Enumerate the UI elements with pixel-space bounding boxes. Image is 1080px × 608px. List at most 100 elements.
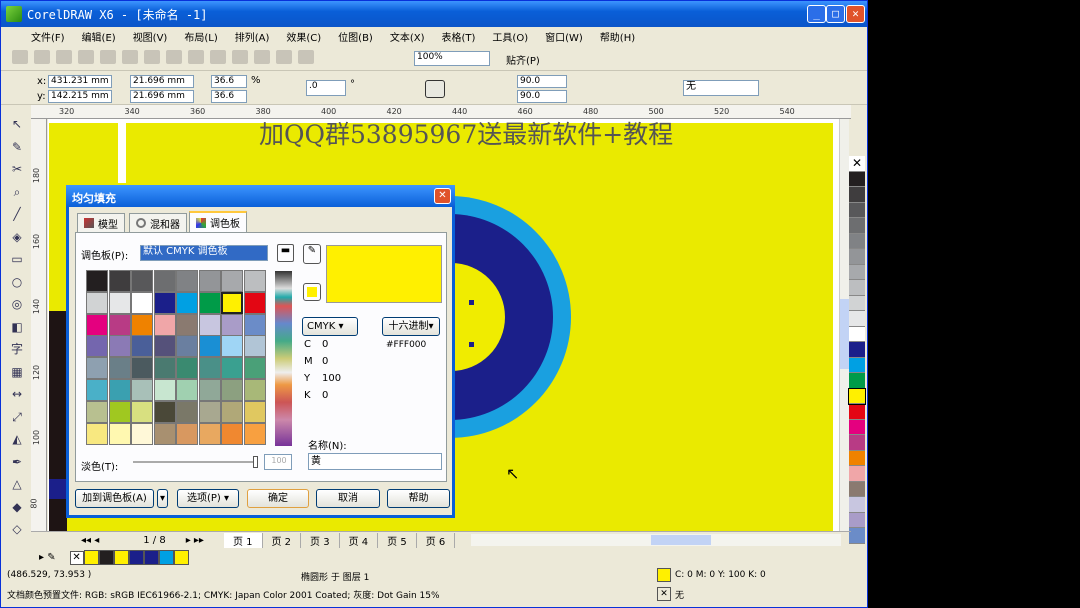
palette-swatch[interactable]	[849, 326, 865, 342]
color-swatch[interactable]	[176, 422, 198, 445]
color-swatch[interactable]	[243, 357, 266, 380]
vertical-ruler[interactable]: 180 160 140 120 100 80	[30, 119, 47, 531]
add-to-palette-button[interactable]: 加到调色板(A)	[75, 489, 154, 508]
document-color-swatch[interactable]	[98, 550, 114, 565]
color-swatch[interactable]	[131, 270, 153, 292]
palette-swatch[interactable]	[849, 512, 865, 528]
new-icon[interactable]	[12, 50, 28, 64]
color-swatch[interactable]	[153, 400, 176, 423]
color-swatch[interactable]	[108, 335, 131, 358]
palette-swatch[interactable]	[848, 387, 866, 405]
tab-palettes[interactable]: 调色板	[189, 211, 247, 232]
color-profile-info[interactable]: 文档颜色预置文件: RGB: sRGB IEC61966-2.1; CMYK: …	[7, 588, 440, 601]
connector-tool-icon[interactable]: ⤢	[8, 408, 26, 426]
color-swatch[interactable]	[153, 379, 176, 401]
close-button[interactable]: ✕	[846, 5, 865, 23]
publish-pdf-icon[interactable]	[276, 50, 292, 64]
document-color-swatch[interactable]	[113, 550, 129, 565]
color-swatch[interactable]	[131, 313, 153, 336]
print-icon[interactable]	[78, 50, 94, 64]
menu-item[interactable]: 表格(T)	[442, 29, 476, 44]
selection-node[interactable]	[469, 300, 474, 305]
end-angle-input[interactable]: 90.0	[517, 90, 567, 103]
table-tool-icon[interactable]: ▦	[8, 363, 26, 381]
eyedropper-tool-icon[interactable]: ✒	[8, 453, 26, 471]
start-angle-input[interactable]: 90.0	[517, 75, 567, 88]
blend-tool-icon[interactable]: ◭	[8, 430, 26, 448]
color-swatch[interactable]	[198, 291, 221, 314]
options-button[interactable]: 选项(P) ▾	[177, 489, 239, 508]
minimize-button[interactable]: _	[807, 5, 826, 23]
color-swatch[interactable]	[86, 335, 108, 358]
document-color-swatch[interactable]	[173, 550, 189, 565]
no-color-swatch[interactable]: ✕	[849, 156, 865, 172]
color-swatch[interactable]	[221, 270, 243, 292]
palette-swatch[interactable]	[849, 171, 865, 187]
color-swatch[interactable]	[131, 400, 153, 423]
menu-item[interactable]: 位图(B)	[338, 29, 373, 44]
open-icon[interactable]	[34, 50, 50, 64]
export-icon[interactable]	[254, 50, 270, 64]
palette-swatch[interactable]	[849, 435, 865, 451]
rotation-input[interactable]: .0	[306, 80, 346, 96]
selection-node[interactable]	[469, 342, 474, 347]
color-swatch[interactable]	[176, 270, 198, 292]
y-position-input[interactable]: 142.215 mm	[48, 90, 112, 103]
tab-models[interactable]: 模型	[77, 213, 125, 232]
color-model-select[interactable]: CMYK ▾	[302, 317, 358, 336]
color-swatch[interactable]	[198, 270, 221, 292]
color-name-select[interactable]: 黄	[308, 453, 442, 470]
snap-to-menu[interactable]: 贴齐(P)	[506, 52, 540, 67]
menu-item[interactable]: 效果(C)	[286, 29, 321, 44]
color-swatch[interactable]	[243, 400, 266, 423]
color-swatch[interactable]	[86, 400, 108, 423]
smart-fill-tool-icon[interactable]: ◈	[8, 228, 26, 246]
zoom-level-select[interactable]: 100%	[414, 51, 490, 66]
selection-node[interactable]	[469, 259, 474, 264]
color-swatch[interactable]	[108, 270, 131, 292]
horizontal-scrollbar[interactable]	[471, 534, 842, 546]
color-swatch[interactable]	[243, 422, 266, 445]
color-swatch[interactable]	[243, 313, 266, 336]
page-tab[interactable]: 页 5	[378, 532, 417, 548]
color-swatch[interactable]	[198, 357, 221, 380]
color-swatch[interactable]	[131, 335, 153, 358]
palette-swatch[interactable]	[849, 373, 865, 389]
no-color-swatch[interactable]: ✕	[69, 550, 84, 565]
scale-x-input[interactable]: 36.6	[211, 75, 247, 88]
menu-item[interactable]: 文件(F)	[31, 29, 65, 44]
menu-item[interactable]: 视图(V)	[133, 29, 168, 44]
search-content-icon[interactable]	[210, 50, 226, 64]
ellipse-tool-icon[interactable]: ○	[8, 273, 26, 291]
color-swatch[interactable]	[108, 291, 131, 314]
dialog-close-button[interactable]: ✕	[434, 188, 451, 204]
menu-item[interactable]: 文本(X)	[390, 29, 425, 44]
palette-select[interactable]: 默认 CMYK 调色板	[140, 245, 268, 261]
color-swatch[interactable]	[153, 357, 176, 380]
palette-swatch[interactable]	[849, 404, 865, 420]
palette-swatch[interactable]	[849, 481, 865, 497]
hex-mode-button[interactable]: 十六进制▾	[382, 317, 440, 336]
maximize-button[interactable]: □	[826, 5, 845, 23]
color-swatch[interactable]	[153, 422, 176, 445]
color-swatch[interactable]	[108, 400, 131, 423]
vertical-scrollbar[interactable]	[839, 119, 849, 531]
page-tab[interactable]: 页 2	[263, 532, 302, 548]
color-swatch[interactable]	[176, 357, 198, 380]
color-swatch[interactable]	[86, 422, 108, 445]
color-swatch[interactable]	[86, 270, 108, 292]
palette-swatch[interactable]	[849, 357, 865, 373]
ellipse-mode-button[interactable]	[425, 80, 445, 98]
welcome-screen-icon[interactable]	[298, 50, 314, 64]
color-swatch[interactable]	[153, 313, 176, 336]
palette-swatch[interactable]	[849, 187, 865, 203]
eyedropper-button[interactable]: ✎	[303, 244, 321, 264]
import-icon[interactable]	[232, 50, 248, 64]
color-swatch[interactable]	[198, 379, 221, 401]
palette-swatch[interactable]	[849, 342, 865, 358]
palette-swatch[interactable]	[849, 264, 865, 280]
color-swatch[interactable]	[198, 400, 221, 423]
palette-swatch[interactable]	[849, 466, 865, 482]
outline-tool-icon[interactable]: △	[8, 475, 26, 493]
color-swatch[interactable]	[221, 422, 243, 445]
